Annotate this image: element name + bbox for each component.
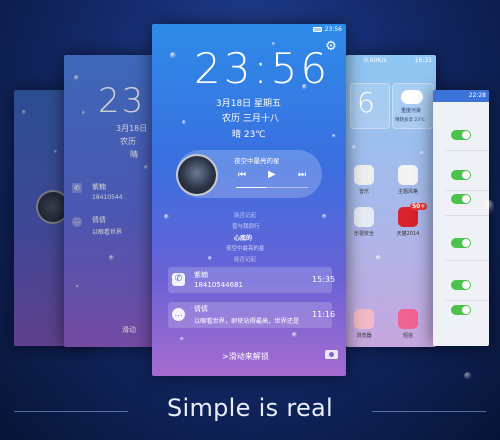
phone-mid-left: 23 3月18日 农历 晴 ✆ 紫楠 18410544 … 倩倩 以眼看世界 滑… — [64, 55, 156, 347]
app-label: 天猫2014 — [396, 231, 420, 237]
weather: 晴 — [130, 150, 138, 159]
weather-widget[interactable]: 重度污染 晴转多云 23℃ — [392, 83, 434, 129]
battery-icon — [313, 27, 322, 32]
clock: 23:56 — [194, 44, 331, 93]
notification-name: 紫楠 — [92, 183, 106, 191]
toggle-switch[interactable] — [451, 170, 471, 180]
app-label: 乐视安全 — [353, 231, 374, 237]
phone-icon: ✆ — [172, 273, 185, 286]
date: 3月18日 星期五 — [216, 99, 282, 109]
lyric-line: 曾与我同行 — [232, 224, 260, 230]
browser-app-icon[interactable] — [354, 309, 374, 329]
toggle-switch[interactable] — [451, 238, 471, 248]
lunar-date: 农历 — [120, 137, 136, 146]
date: 3月18日 — [116, 124, 148, 133]
call-notification[interactable] — [168, 267, 332, 293]
song-title: 夜空中最亮的星 — [234, 157, 280, 165]
clock: 6 — [357, 86, 375, 119]
message-icon: … — [72, 217, 82, 227]
notification-number: 18410544681 — [194, 281, 243, 289]
message-icon: … — [172, 308, 185, 321]
previous-icon[interactable]: ⏮ — [238, 170, 246, 180]
messages-app-icon[interactable] — [398, 309, 418, 329]
theme-app-icon[interactable] — [398, 165, 418, 185]
camera-icon[interactable] — [325, 350, 338, 359]
notification-name: 倩倩 — [92, 216, 106, 224]
status-bar: 22:28 — [433, 90, 489, 102]
phone-center-lockscreen: 23:56 ⚙ 23:56 3月18日 星期五 农历 三月十八 晴 23℃ 夜空… — [152, 24, 346, 376]
notification-name: 倩倩 — [194, 305, 208, 313]
album-art[interactable] — [176, 154, 218, 196]
clock-widget[interactable]: 6 — [350, 83, 390, 129]
notification-text: 以眼看世界，即使站得最高，世界还是 — [194, 318, 300, 325]
phone-mid-right: 0.60K/s 16:31 6 重度污染 晴转多云 23℃ 音乐 主题风格 乐视… — [346, 55, 436, 347]
toggle-switch[interactable] — [451, 130, 471, 140]
tmall-app-icon[interactable] — [398, 207, 418, 227]
phone-icon: ✆ — [72, 183, 82, 193]
app-label: 音乐 — [358, 189, 369, 195]
cloud-icon — [401, 90, 423, 104]
app-label: 浏览器 — [356, 333, 372, 339]
lyric-line-current: 心底的 — [234, 235, 253, 242]
tagline: Simple is real — [166, 394, 334, 422]
weather: 晴 23℃ — [232, 130, 266, 140]
status-bar: 23:56 — [152, 24, 346, 36]
unlock-hint[interactable]: >滑动来解锁 — [222, 351, 269, 362]
lunar-date: 农历 三月十八 — [222, 114, 279, 124]
weather-label: 重度污染 — [401, 108, 422, 114]
security-app-icon[interactable] — [354, 207, 374, 227]
network-speed: 0.60K/s — [364, 57, 387, 64]
next-icon[interactable]: ⏭ — [298, 170, 306, 180]
progress-fill — [236, 187, 266, 188]
toggle-switch[interactable] — [451, 280, 471, 290]
status-time: 22:28 — [468, 92, 486, 99]
status-time: 16:31 — [414, 57, 432, 64]
notification-name: 紫楠 — [194, 271, 208, 279]
play-icon[interactable]: ▶ — [268, 169, 276, 180]
app-label: 短信 — [402, 333, 413, 339]
toggle-switch[interactable] — [451, 194, 471, 204]
notification-badge: 50+ — [410, 203, 428, 210]
toggle-switch[interactable] — [451, 305, 471, 315]
notification-time: 15:35 — [312, 275, 336, 284]
status-time: 23:56 — [324, 26, 342, 33]
notification-text: 以眼看世界 — [92, 229, 123, 236]
notification-time: 11:16 — [312, 310, 336, 319]
lyric-line: 夜空中最亮的星 — [226, 246, 265, 252]
notification-number: 18410544 — [92, 194, 123, 201]
music-app-icon[interactable] — [354, 165, 374, 185]
unlock-hint: 滑动 — [122, 326, 136, 334]
status-bar: 0.60K/s 16:31 — [346, 55, 436, 67]
lyric-line: 能否记起 — [234, 257, 257, 263]
weather-detail: 晴转多云 23℃ — [395, 118, 426, 123]
clock: 23 — [98, 81, 146, 121]
lyric-line: 能否记起 — [234, 213, 257, 219]
phone-far-right: 22:28 — [433, 90, 489, 346]
app-label: 主题风格 — [397, 189, 418, 195]
